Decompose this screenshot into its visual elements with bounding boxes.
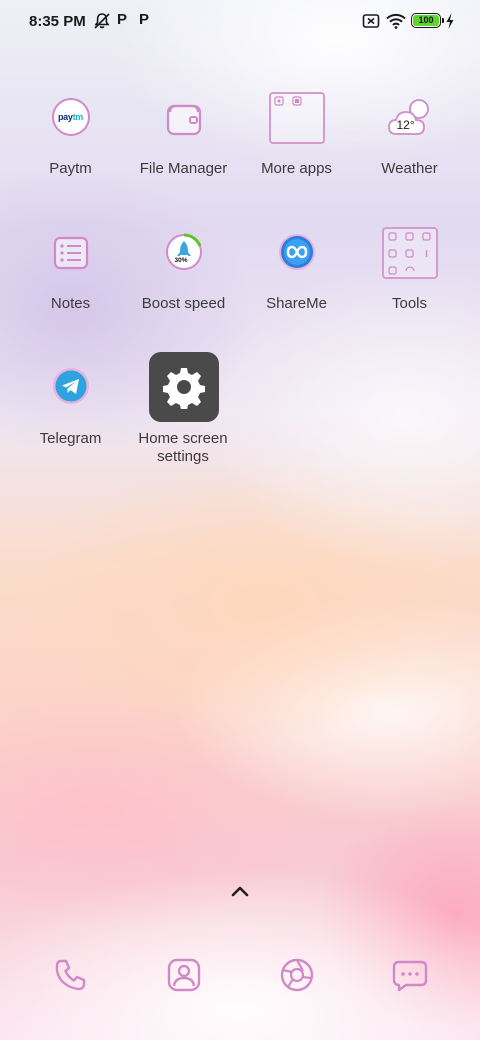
messages-icon bbox=[392, 960, 428, 992]
app-label: Home screen settings bbox=[138, 430, 228, 465]
contacts-icon bbox=[167, 958, 201, 992]
app-label: Telegram bbox=[39, 430, 102, 447]
chevron-up-icon[interactable] bbox=[230, 884, 250, 898]
app-label: Tools bbox=[391, 295, 428, 312]
settings-tile bbox=[148, 352, 219, 422]
telegram-icon bbox=[51, 366, 91, 406]
app-tools-folder[interactable]: Tools bbox=[353, 0, 466, 480]
app-label: ShareMe bbox=[266, 295, 327, 312]
dock-browser[interactable] bbox=[277, 955, 317, 995]
app-shareme[interactable]: ShareMe bbox=[240, 0, 353, 480]
gear-icon bbox=[162, 368, 205, 409]
phone-icon bbox=[55, 959, 86, 991]
dock-phone[interactable] bbox=[51, 955, 91, 995]
dock-contacts[interactable] bbox=[164, 955, 204, 995]
app-home-screen-settings[interactable]: Home screen settings bbox=[127, 0, 240, 480]
dock-messages[interactable] bbox=[390, 955, 430, 995]
browser-icon bbox=[280, 958, 314, 992]
infinity-icon bbox=[277, 232, 317, 272]
app-telegram[interactable]: Telegram bbox=[14, 0, 127, 480]
folder-grid-icon bbox=[381, 227, 438, 279]
